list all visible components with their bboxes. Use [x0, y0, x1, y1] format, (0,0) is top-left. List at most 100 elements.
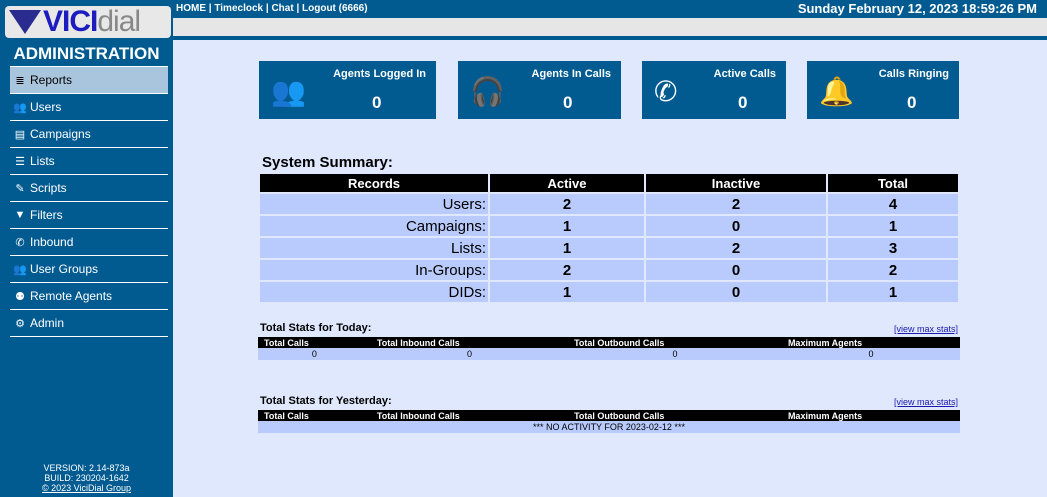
sidebar-item-label: Reports: [30, 73, 73, 87]
cell: In-Groups:: [260, 260, 488, 280]
cell: 2: [490, 194, 644, 214]
cell: 1: [490, 216, 644, 236]
sidebar-item-label: User Groups: [30, 262, 99, 276]
system-summary-title: System Summary:: [262, 154, 393, 171]
view-max-stats-link[interactable]: [view max stats]: [894, 324, 958, 334]
version: VERSION: 2.14-873a: [43, 463, 130, 473]
sidebar-item-label: Scripts: [30, 181, 67, 195]
gear-icon: ⚙: [15, 317, 25, 330]
top-bar: HOME | Timeclock | Chat | Logout (6666) …: [173, 0, 1047, 18]
col-header: Total Inbound Calls: [370, 410, 569, 421]
cell: 0: [258, 348, 371, 360]
sidebar-item-admin[interactable]: ⚙ Admin: [10, 309, 168, 336]
sidebar-item-scripts[interactable]: ✎ Scripts: [10, 174, 168, 201]
sidebar-item-filters[interactable]: ▼ Filters: [10, 201, 168, 228]
view-max-stats-link[interactable]: [view max stats]: [894, 397, 958, 407]
cell: 0: [370, 348, 569, 360]
filter-icon: ▼: [14, 209, 26, 221]
reports-icon: ≣: [15, 74, 25, 87]
cell: 1: [490, 282, 644, 302]
card-active-calls[interactable]: ✆ Active Calls 0: [642, 61, 786, 119]
cell: Campaigns:: [260, 216, 488, 236]
cell: Users:: [260, 194, 488, 214]
col-header: Active: [490, 174, 644, 192]
sidebar-item-remote-agents[interactable]: ⚉ Remote Agents: [10, 282, 168, 309]
sidebar-item-label: Inbound: [30, 235, 74, 249]
col-header: Maximum Agents: [781, 337, 960, 348]
col-header: Total Outbound Calls: [568, 337, 782, 348]
sidebar-item-label: Lists: [30, 154, 55, 168]
cell: 0: [646, 216, 826, 236]
col-header: Total: [828, 174, 958, 192]
sub-bar: [173, 18, 1047, 36]
bell-icon: 🔔: [819, 76, 854, 107]
col-header: Maximum Agents: [781, 410, 960, 421]
sidebar-item-label: Users: [30, 100, 62, 114]
build: BUILD: 230204-1642: [44, 473, 129, 483]
col-header: Total Calls: [258, 410, 371, 421]
table-row: Lists: 1 2 3: [260, 238, 958, 258]
yesterday-title: Total Stats for Yesterday:: [260, 395, 392, 407]
no-activity-message: *** NO ACTIVITY FOR 2023-02-12 ***: [258, 421, 960, 433]
card-agents-logged-in[interactable]: 👥 Agents Logged In 0: [259, 61, 436, 119]
sidebar-item-label: Filters: [30, 208, 63, 222]
datetime: Sunday February 12, 2023 18:59:26 PM: [797, 1, 1037, 16]
user-groups-icon: 👥: [13, 263, 27, 276]
sidebar: VICIdial ADMINISTRATION ≣ Reports 👥 Users ▤ C…: [0, 0, 173, 497]
col-header: Total Inbound Calls: [370, 337, 569, 348]
cell: 0: [646, 260, 826, 280]
col-header: Records: [260, 174, 488, 192]
users-icon: 👥: [13, 101, 27, 114]
sidebar-item-inbound[interactable]: ✆ Inbound: [10, 228, 168, 255]
cell: 2: [828, 260, 958, 280]
table-row: Users: 2 2 4: [260, 194, 958, 214]
card-agents-in-calls[interactable]: 🎧 Agents In Calls 0: [458, 61, 621, 119]
table-row: DIDs: 1 0 1: [260, 282, 958, 302]
yesterday-stats-table: Total Calls Total Inbound Calls Total Outb…: [258, 410, 960, 433]
cell: 2: [646, 238, 826, 258]
col-header: Total Calls: [258, 337, 371, 348]
cell: 4: [828, 194, 958, 214]
users-icon: 👥: [271, 76, 306, 107]
sidebar-item-label: Remote Agents: [30, 289, 113, 303]
today-stats-table: Total Calls Total Inbound Calls Total Outb…: [258, 337, 960, 360]
table-row: Campaigns: 1 0 1: [260, 216, 958, 236]
sidebar-item-user-groups[interactable]: 👥 User Groups: [10, 255, 168, 282]
headset-agents-icon: 🎧: [470, 76, 505, 107]
system-summary-table: Records Active Inactive Total Users: 2 2 4 C…: [258, 172, 960, 304]
cell: 2: [646, 194, 826, 214]
cell: DIDs:: [260, 282, 488, 302]
table-row: In-Groups: 2 0 2: [260, 260, 958, 280]
card-calls-ringing[interactable]: 🔔 Calls Ringing 0: [807, 61, 959, 119]
today-title: Total Stats for Today:: [260, 322, 372, 334]
scripts-icon: ✎: [15, 182, 25, 195]
sidebar-item-lists[interactable]: ☰ Lists: [10, 147, 168, 174]
cell: 3: [828, 238, 958, 258]
inbound-icon: ✆: [15, 236, 25, 249]
cell: 1: [828, 282, 958, 302]
cell: Lists:: [260, 238, 488, 258]
top-links[interactable]: HOME | Timeclock | Chat | Logout (6666): [176, 3, 368, 14]
cell: 0: [568, 348, 782, 360]
lists-icon: ☰: [15, 155, 25, 168]
sidebar-item-label: Admin: [30, 316, 65, 330]
sidebar-item-users[interactable]: 👥 Users: [10, 93, 168, 120]
sidebar-item-reports[interactable]: ≣ Reports: [10, 66, 168, 93]
phone-icon: ✆: [654, 76, 678, 107]
divider: [10, 336, 168, 337]
cell: 1: [828, 216, 958, 236]
cell: 2: [490, 260, 644, 280]
col-header: Inactive: [646, 174, 826, 192]
vicidial-logo[interactable]: VICIdial: [5, 6, 171, 38]
sidebar-item-campaigns[interactable]: ▤ Campaigns: [10, 120, 168, 147]
copyright-link[interactable]: © 2023 ViciDial Group: [42, 483, 131, 493]
divider: [173, 36, 1047, 40]
cell: 0: [646, 282, 826, 302]
remote-agents-icon: ⚉: [15, 290, 25, 303]
col-header: Total Outbound Calls: [568, 410, 782, 421]
admin-title: ADMINISTRATION: [13, 44, 160, 63]
cell: 0: [781, 348, 960, 360]
campaigns-icon: ▤: [14, 128, 26, 141]
version-info: VERSION: 2.14-873a BUILD: 230204-1642 © …: [0, 463, 173, 493]
sidebar-item-label: Campaigns: [30, 127, 91, 141]
